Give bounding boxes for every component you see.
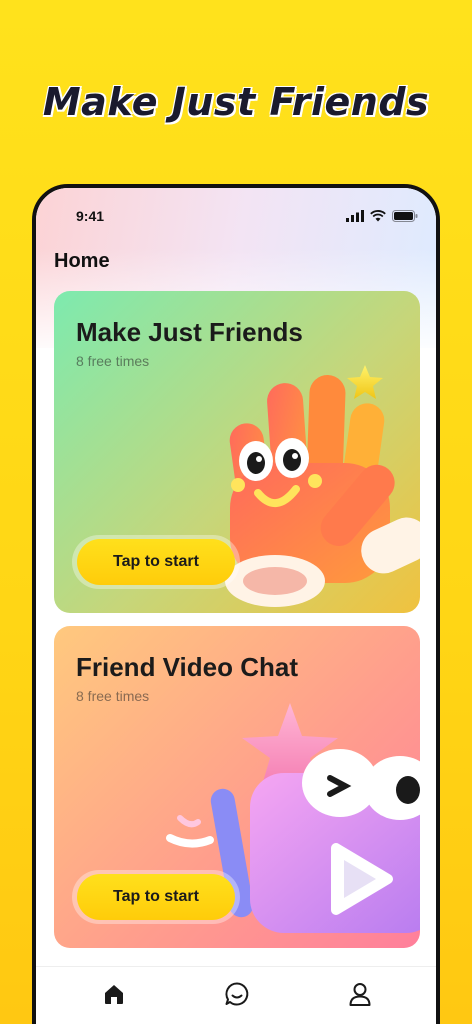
card-subtitle: 8 free times (76, 688, 150, 704)
chat-icon (225, 982, 249, 1006)
battery-icon (392, 210, 418, 222)
tap-to-start-label: Tap to start (77, 539, 235, 585)
make-friends-card[interactable]: Make Just Friends 8 free times Tap to st… (54, 291, 420, 613)
status-time: 9:41 (76, 208, 105, 224)
tab-chat[interactable] (222, 979, 252, 1009)
tap-to-start-button[interactable]: Tap to start (72, 870, 240, 924)
tap-to-start-label: Tap to start (77, 874, 235, 920)
status-bar: 9:41 (36, 206, 436, 228)
hero-title: Make Just Friends (42, 80, 430, 124)
page-title: Home (54, 250, 110, 272)
video-chat-card[interactable]: Friend Video Chat 8 free times Tap to st… (54, 626, 420, 948)
home-icon (105, 985, 123, 1004)
card-subtitle: 8 free times (76, 353, 150, 369)
card-title: Make Just Friends (76, 317, 303, 347)
tap-to-start-button[interactable]: Tap to start (72, 535, 240, 589)
wifi-icon (370, 210, 386, 222)
phone-frame: 9:41 Home Make Just Friends 8 free times… (32, 184, 440, 1024)
profile-icon (349, 983, 371, 1006)
tab-bar (36, 966, 436, 1024)
signal-icon (346, 210, 364, 222)
tab-profile[interactable] (345, 979, 375, 1009)
tab-home[interactable] (99, 979, 129, 1009)
card-title: Friend Video Chat (76, 652, 298, 682)
